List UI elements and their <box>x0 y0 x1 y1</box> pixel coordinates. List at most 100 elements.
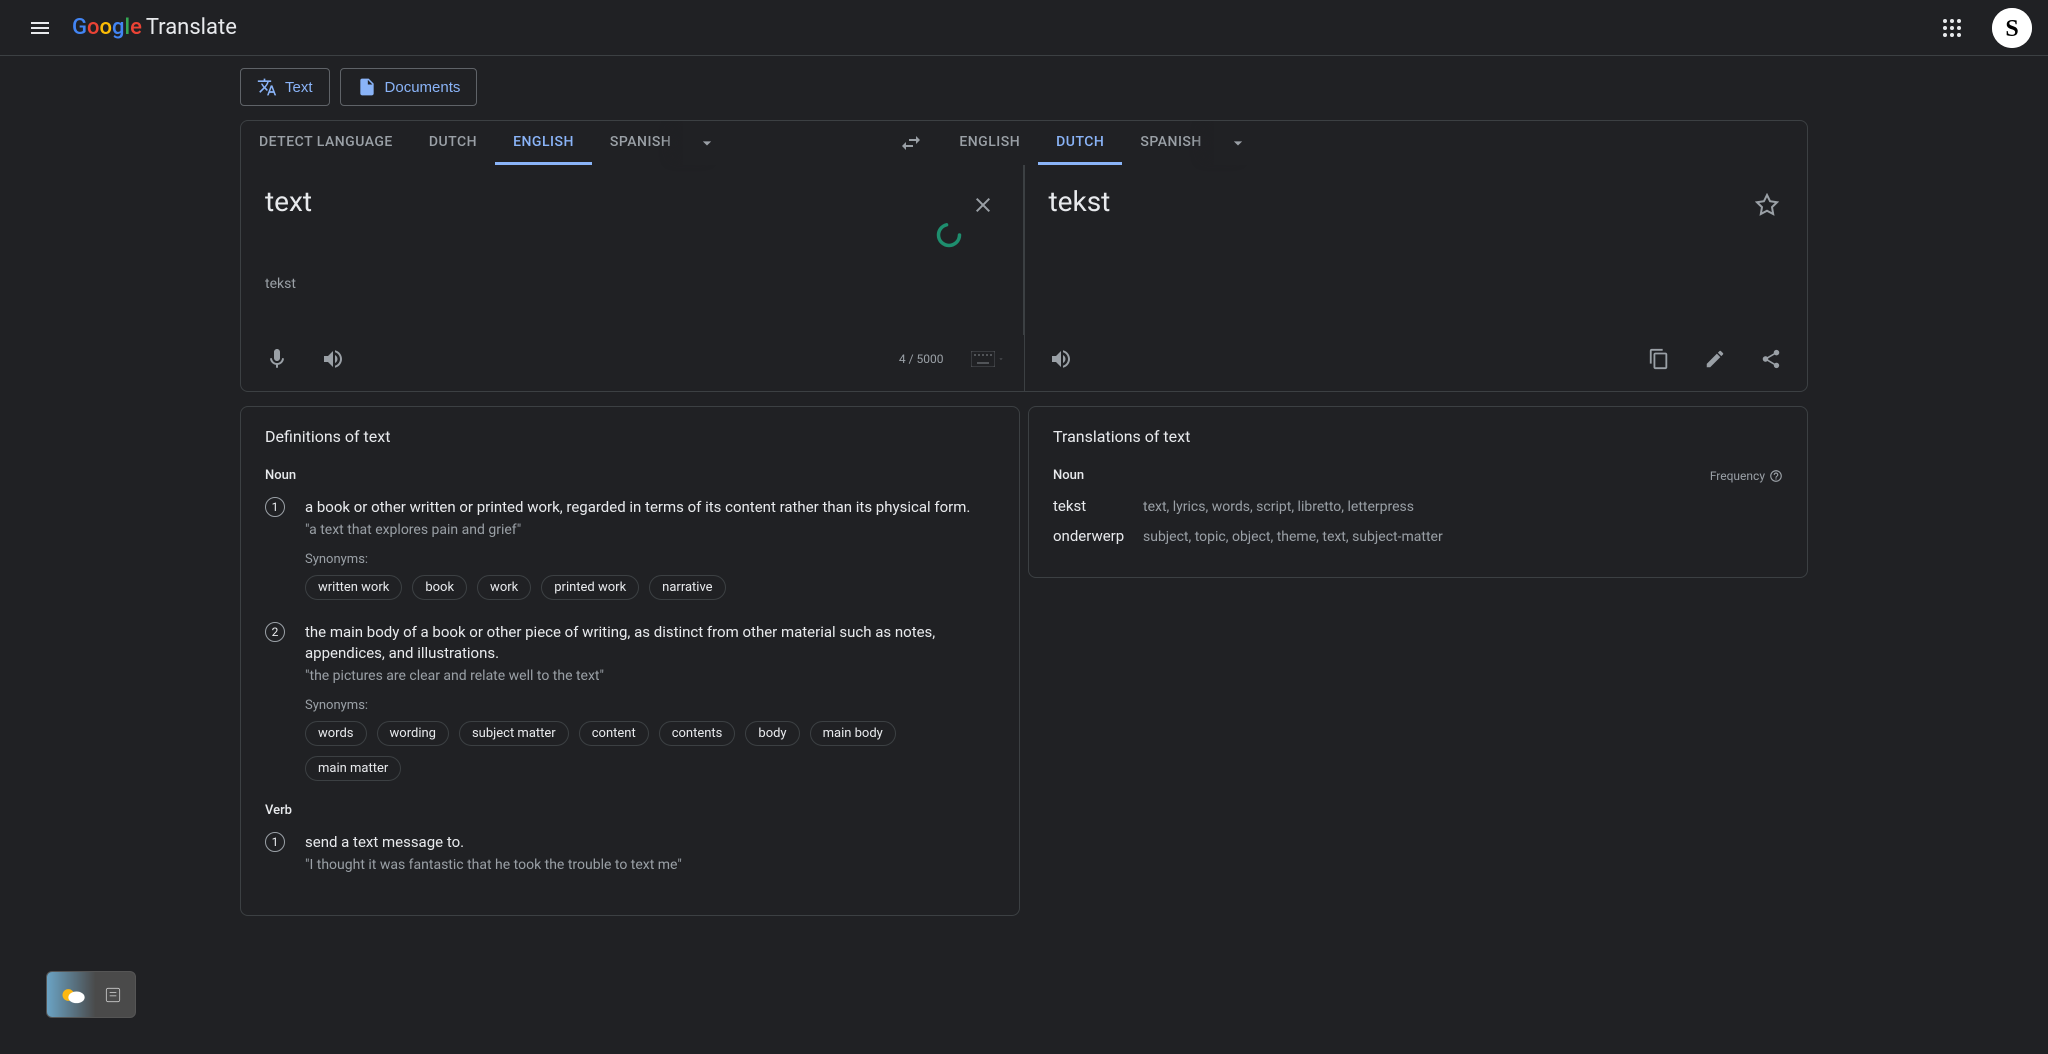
svg-text:S: S <box>2005 16 2018 42</box>
target-language-tabs: ENGLISH DUTCH SPANISH <box>941 121 1220 165</box>
definition-text: the main body of a book or other piece o… <box>305 622 995 664</box>
document-icon <box>357 77 377 97</box>
account-avatar[interactable]: S <box>1992 8 2032 48</box>
google-logo: Google <box>72 15 142 40</box>
translate-icon <box>257 77 277 97</box>
loading-spinner <box>935 221 963 249</box>
target-language-more[interactable] <box>1214 121 1262 165</box>
translation-row[interactable]: teksttext, lyrics, words, script, libret… <box>1053 497 1783 515</box>
synonym-chip[interactable]: printed work <box>541 575 639 600</box>
translate-container: DETECT LANGUAGE DUTCH ENGLISH SPANISH EN… <box>240 120 1808 392</box>
definition-item: 1send a text message to."I thought it wa… <box>265 832 995 873</box>
target-tab-dutch[interactable]: DUTCH <box>1038 121 1122 165</box>
definition-item: 1a book or other written or printed work… <box>265 497 995 600</box>
share-translation-button[interactable] <box>1751 339 1791 379</box>
pencil-icon <box>1704 348 1726 370</box>
speaker-icon <box>1049 347 1073 371</box>
definition-item: 2 the main body of a book or other piece … <box>265 622 995 781</box>
documents-mode-label: Documents <box>385 79 461 96</box>
translation-word: tekst <box>1053 497 1143 515</box>
definitions-title: Definitions of text <box>265 427 995 446</box>
copy-icon <box>1648 348 1670 370</box>
synonym-chip[interactable]: body <box>745 721 799 746</box>
input-panel: text tekst <box>241 165 1024 335</box>
app-header: Google Translate S <box>0 0 2048 56</box>
source-text-input[interactable]: text <box>265 185 999 218</box>
synonym-chip[interactable]: wording <box>377 721 449 746</box>
swap-icon <box>899 131 923 155</box>
news-icon <box>103 985 123 1005</box>
character-count: 4 / 5000 <box>899 352 944 366</box>
weather-icon <box>59 981 87 1009</box>
synonym-chip[interactable]: book <box>412 575 467 600</box>
documents-mode-button[interactable]: Documents <box>340 68 478 106</box>
share-icon <box>1760 348 1782 370</box>
part-of-speech-label: Noun <box>265 468 995 483</box>
text-mode-button[interactable]: Text <box>240 68 330 106</box>
dropdown-icon <box>997 355 1005 363</box>
chevron-down-icon <box>697 133 717 153</box>
synonym-chip[interactable]: narrative <box>649 575 725 600</box>
synonyms-list: words wording subject matter content content… <box>305 721 995 781</box>
voice-input-button[interactable] <box>257 339 297 379</box>
source-tab-detect[interactable]: DETECT LANGUAGE <box>241 121 411 165</box>
synonym-chip[interactable]: main matter <box>305 756 401 781</box>
text-mode-label: Text <box>285 79 313 96</box>
synonym-chip[interactable]: subject matter <box>459 721 569 746</box>
synonym-chip[interactable]: words <box>305 721 367 746</box>
synonyms-label: Synonyms: <box>305 698 995 713</box>
help-icon[interactable] <box>1769 469 1783 483</box>
language-bar: DETECT LANGUAGE DUTCH ENGLISH SPANISH EN… <box>241 121 1807 165</box>
synonym-chip[interactable]: written work <box>305 575 402 600</box>
definition-text: a book or other written or printed work,… <box>305 497 995 518</box>
swap-languages-button[interactable] <box>887 121 935 165</box>
speaker-icon <box>321 347 345 371</box>
suggest-edit-button[interactable] <box>1695 339 1735 379</box>
keyboard-button[interactable] <box>968 339 1008 379</box>
translation-row[interactable]: onderwerpsubject, topic, object, theme, … <box>1053 527 1783 545</box>
main-content: Text Documents DETECT LANGUAGE DUTCH ENG… <box>0 56 2048 916</box>
part-of-speech-label: Noun <box>1053 468 1084 483</box>
main-menu-button[interactable] <box>16 4 64 52</box>
input-suggestion[interactable]: tekst <box>265 276 999 292</box>
target-tab-english[interactable]: ENGLISH <box>941 121 1038 165</box>
definition-example: "the pictures are clear and relate well … <box>305 668 995 684</box>
target-tab-spanish[interactable]: SPANISH <box>1122 121 1219 165</box>
synonyms-list: written work book work printed work narrativ… <box>305 575 995 600</box>
star-icon <box>1755 193 1779 217</box>
translations-title: Translations of text <box>1053 427 1783 446</box>
translated-text: tekst <box>1049 185 1784 218</box>
source-tab-dutch[interactable]: DUTCH <box>411 121 495 165</box>
weather-widget[interactable] <box>46 971 136 1018</box>
source-tab-spanish[interactable]: SPANISH <box>592 121 689 165</box>
listen-source-button[interactable] <box>313 339 353 379</box>
logo[interactable]: Google Translate <box>72 15 237 40</box>
close-icon <box>971 193 995 217</box>
translations-panel: Translations of text Noun Frequency tekstt… <box>1028 406 1808 578</box>
source-tab-english[interactable]: ENGLISH <box>495 121 592 165</box>
app-name: Translate <box>146 15 237 40</box>
listen-target-button[interactable] <box>1041 339 1081 379</box>
save-translation-button[interactable] <box>1747 185 1787 225</box>
definition-example: "a text that explores pain and grief" <box>305 522 995 538</box>
synonym-chip[interactable]: work <box>477 575 531 600</box>
source-language-more[interactable] <box>683 121 731 165</box>
definition-number: 2 <box>265 622 285 642</box>
chevron-down-icon <box>1228 133 1248 153</box>
synonyms-label: Synonyms: <box>305 552 995 567</box>
part-of-speech-label: Verb <box>265 803 995 818</box>
google-apps-button[interactable] <box>1928 4 1976 52</box>
clear-input-button[interactable] <box>963 185 1003 225</box>
synonym-chip[interactable]: contents <box>659 721 736 746</box>
definition-example: "I thought it was fantastic that he took… <box>305 857 995 873</box>
copy-translation-button[interactable] <box>1639 339 1679 379</box>
back-translations: subject, topic, object, theme, text, sub… <box>1143 529 1783 545</box>
frequency-label: Frequency <box>1710 469 1783 483</box>
definition-text: send a text message to. <box>305 832 995 853</box>
source-language-tabs: DETECT LANGUAGE DUTCH ENGLISH SPANISH <box>241 121 689 165</box>
synonym-chip[interactable]: main body <box>810 721 896 746</box>
keyboard-icon <box>971 351 995 367</box>
definitions-panel: Definitions of text Noun 1a book or other… <box>240 406 1020 916</box>
synonym-chip[interactable]: content <box>579 721 649 746</box>
microphone-icon <box>265 347 289 371</box>
